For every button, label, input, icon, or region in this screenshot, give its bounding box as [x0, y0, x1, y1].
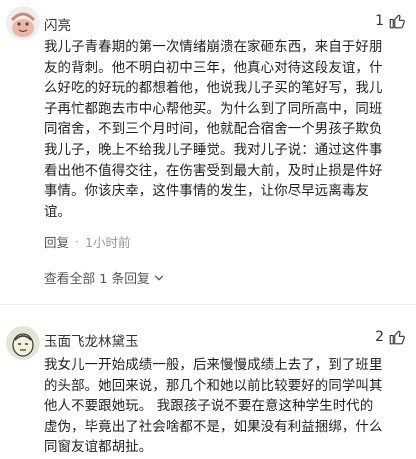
- avatar[interactable]: [6, 6, 40, 40]
- comment-line: 看出他不值得交往，在伤害受到最大前，及时止损是件好: [44, 163, 383, 179]
- comment-line: 我儿子青春期的第一次情绪崩溃在家砸东西，来自于好朋: [44, 40, 383, 55]
- comment-line: 友的背刺。他不明白初中三年，他真心对待这段友谊，什: [44, 60, 383, 76]
- thumbs-up-icon: [389, 14, 405, 29]
- thumbs-up-icon: [389, 330, 405, 345]
- like-count: 2: [375, 329, 384, 345]
- comment-line: 子再忙都跑去市中心帮他买。为什么到了同所高中，同班: [44, 101, 383, 117]
- avatar-image: [6, 326, 40, 360]
- reply-button[interactable]: 回复: [44, 232, 69, 251]
- comment-line: 同窗友谊都胡扯。: [44, 440, 153, 456]
- like-button[interactable]: 1: [375, 12, 406, 30]
- comment-line: 我儿子，晚上不给我儿子睡觉。我对儿子说：通过这件事: [44, 142, 383, 158]
- comment-line: 他人不要跟她玩。 我跟孩子说不要在意这种学生时代的: [44, 399, 374, 415]
- comment-line: 谊。: [44, 204, 72, 220]
- comment-meta: 回复 · 1小时前: [44, 232, 130, 251]
- avatar[interactable]: [6, 326, 40, 360]
- view-replies-label: 查看全部 1 条回复: [44, 272, 150, 287]
- divider: [0, 304, 416, 305]
- view-replies-link[interactable]: 查看全部 1 条回复: [44, 268, 165, 287]
- avatar-image: [6, 6, 40, 40]
- comment-line: 同宿舍，不到三个月时间，他就配合宿舍一个男孩子欺负: [44, 122, 383, 138]
- comment-body: 我儿子青春期的第一次情绪崩溃在家砸东西，来自于好朋 友的背刺。他不明白初中三年，…: [44, 38, 402, 223]
- comment-line: 事情。你该庆幸，这件事情的发生，让你尽早远离毒友: [44, 184, 369, 200]
- comment-body: 我女儿一开始成绩一般，后来慢慢成绩上去了，到了班里 的头部。她回来说，那几个和她…: [44, 356, 402, 459]
- comment-line: 么好吃的好玩的都想着他，他说我儿子买的笔好写，我儿: [44, 81, 383, 97]
- comment-username[interactable]: 玉面飞龙林黛玉: [44, 330, 139, 350]
- separator-dot: ·: [75, 234, 79, 249]
- chevron-down-icon: [154, 275, 164, 280]
- comment-time: 1小时前: [85, 235, 131, 250]
- like-count: 1: [375, 13, 384, 29]
- comment-username[interactable]: 闪亮: [44, 14, 71, 34]
- comment-line: 的头部。她回来说，那几个和她以前比较要好的同学叫其: [44, 378, 383, 394]
- comment-line: 我女儿一开始成绩一般，后来慢慢成绩上去了，到了班里: [44, 358, 383, 373]
- like-button[interactable]: 2: [375, 328, 406, 346]
- comment-line: 虚伪，毕竟出了社会啥都不是，如果没有利益捆绑，什么: [44, 419, 383, 435]
